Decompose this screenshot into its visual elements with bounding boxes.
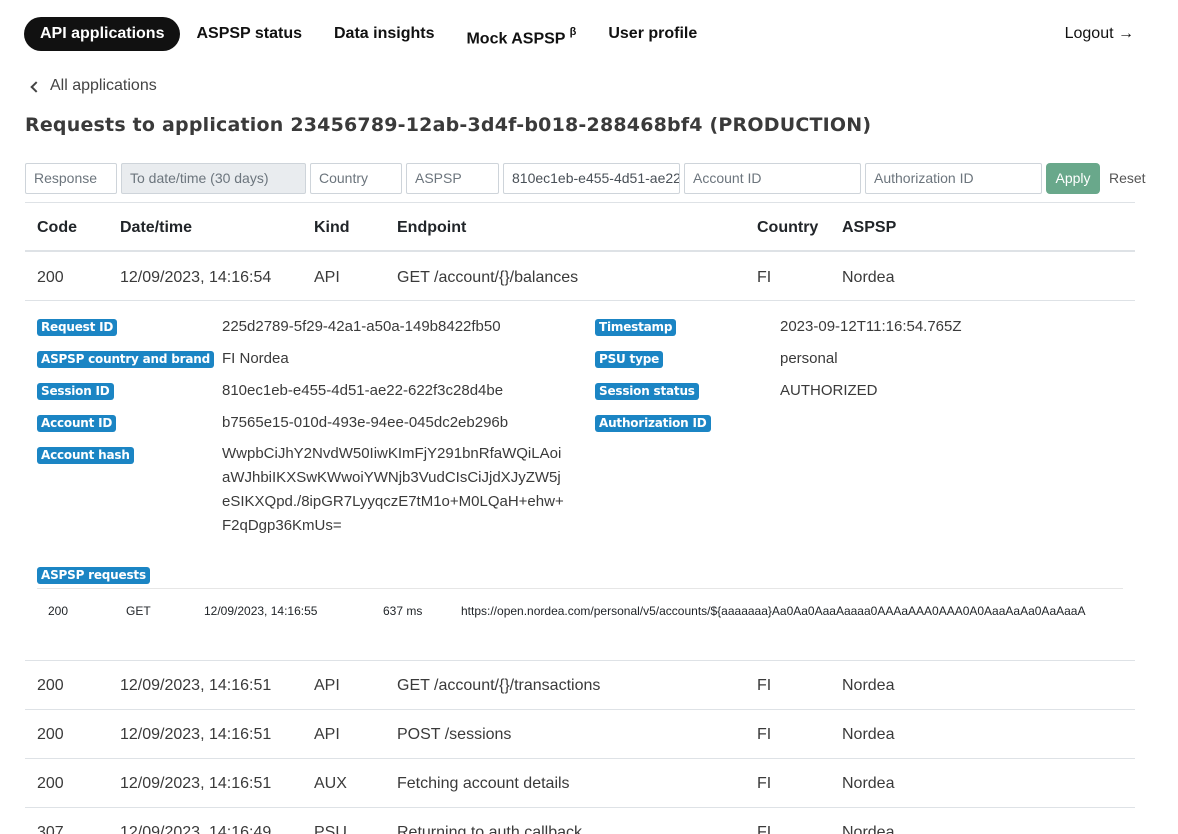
row-endpoint: Returning to auth callback [397,824,582,834]
divider [25,807,1135,808]
row-endpoint: POST /sessions [397,726,512,743]
nav-user-profile[interactable]: User profile [592,17,713,51]
aspsp-request-code: 200 [48,604,69,618]
timestamp-badge: Timestamp [595,319,677,336]
aspsp-filter-input[interactable]: ASPSP [406,163,499,194]
row-aspsp: Nordea [842,269,895,286]
aspsp-request-datetime: 12/09/2023, 14:16:55 [204,604,318,618]
psu-type-badge: PSU type [595,351,664,368]
header-kind: Kind [314,219,350,236]
aspsp-request-duration: 637 ms [383,604,423,618]
country-filter-input[interactable]: Country [310,163,402,194]
nav-mock-aspsp-label: Mock ASPSP [466,30,566,48]
authorization-id-filter-input[interactable]: Authorization ID [865,163,1042,194]
row-kind: PSU [314,824,347,834]
account-id-value: b7565e15-010d-493e-94ee-045dc2eb296b [222,414,509,431]
row-endpoint: Fetching account details [397,775,570,792]
reset-button[interactable]: Reset [1109,163,1146,194]
row-country: FI [757,726,772,743]
nav-api-applications[interactable]: API applications [24,17,181,51]
header-divider [25,250,1135,252]
divider [37,588,1123,589]
row-kind: API [314,269,340,286]
request-id-badge: Request ID [37,319,118,336]
divider [25,202,1135,203]
beta-marker: β [569,26,577,38]
response-filter-input[interactable]: Response [25,163,117,194]
session-status-badge: Session status [595,383,699,400]
aspsp-country-value: FI Nordea [222,350,289,367]
row-datetime: 12/09/2023, 14:16:49 [120,824,272,834]
divider [25,709,1135,710]
back-to-applications-link[interactable]: All applications [30,77,157,95]
aspsp-request-method: GET [126,604,151,618]
header-code: Code [37,219,77,236]
account-hash-badge: Account hash [37,447,134,464]
row-endpoint: GET /account/{}/transactions [397,677,601,694]
timestamp-value: 2023-09-12T11:16:54.765Z [780,318,962,335]
row-code: 200 [37,677,64,694]
row-datetime: 12/09/2023, 14:16:51 [120,775,272,792]
psu-type-value: personal [780,350,838,367]
row-kind: AUX [314,775,347,792]
row-datetime: 12/09/2023, 14:16:51 [120,726,272,743]
page-title: Requests to application 23456789-12ab-3d… [25,114,872,136]
row-code: 307 [37,824,64,834]
logout-link[interactable]: Logout → [1065,17,1134,51]
aspsp-country-badge: ASPSP country and brand [37,351,214,368]
row-code: 200 [37,726,64,743]
row-endpoint: GET /account/{}/balances [397,269,579,286]
authorization-id-badge: Authorization ID [595,415,711,432]
back-link-label: All applications [50,77,157,94]
row-country: FI [757,269,772,286]
divider [25,300,1135,301]
divider [25,660,1135,661]
request-id-value: 225d2789-5f29-42a1-a50a-149b8422fb50 [222,318,501,335]
header-aspsp: ASPSP [842,219,897,236]
session-id-badge: Session ID [37,383,114,400]
session-id-filter-input[interactable]: 810ec1eb-e455-4d51-ae22-622f3c28d4be [503,163,680,194]
row-country: FI [757,775,772,792]
apply-button[interactable]: Apply [1046,163,1100,194]
row-aspsp: Nordea [842,824,895,834]
top-navigation: API applications ASPSP status Data insig… [24,17,1150,51]
row-country: FI [757,677,772,694]
aspsp-request-url: https://open.nordea.com/personal/v5/acco… [461,604,1086,618]
row-aspsp: Nordea [842,726,895,743]
header-country: Country [757,219,819,236]
header-endpoint: Endpoint [397,219,467,236]
row-datetime: 12/09/2023, 14:16:54 [120,269,272,286]
account-id-filter-input[interactable]: Account ID [684,163,861,194]
aspsp-requests-badge: ASPSP requests [37,567,150,584]
row-aspsp: Nordea [842,775,895,792]
account-hash-value: WwpbCiJhY2NvdW50IiwKImFjY291bnRfaWQiLAoi… [222,445,564,534]
row-country: FI [757,824,772,834]
row-aspsp: Nordea [842,677,895,694]
nav-aspsp-status[interactable]: ASPSP status [180,17,318,51]
row-code: 200 [37,269,64,286]
session-id-value: 810ec1eb-e455-4d51-ae22-622f3c28d4be [222,382,504,399]
session-status-value: AUTHORIZED [780,382,878,399]
row-code: 200 [37,775,64,792]
row-datetime: 12/09/2023, 14:16:51 [120,677,272,694]
nav-mock-aspsp[interactable]: Mock ASPSP β [450,17,592,51]
row-kind: API [314,677,340,694]
divider [25,758,1135,759]
row-kind: API [314,726,340,743]
chevron-left-icon [30,80,42,93]
header-datetime: Date/time [120,219,193,236]
nav-data-insights[interactable]: Data insights [318,17,450,51]
to-datetime-filter-input[interactable]: To date/time (30 days) [121,163,306,194]
account-id-badge: Account ID [37,415,117,432]
